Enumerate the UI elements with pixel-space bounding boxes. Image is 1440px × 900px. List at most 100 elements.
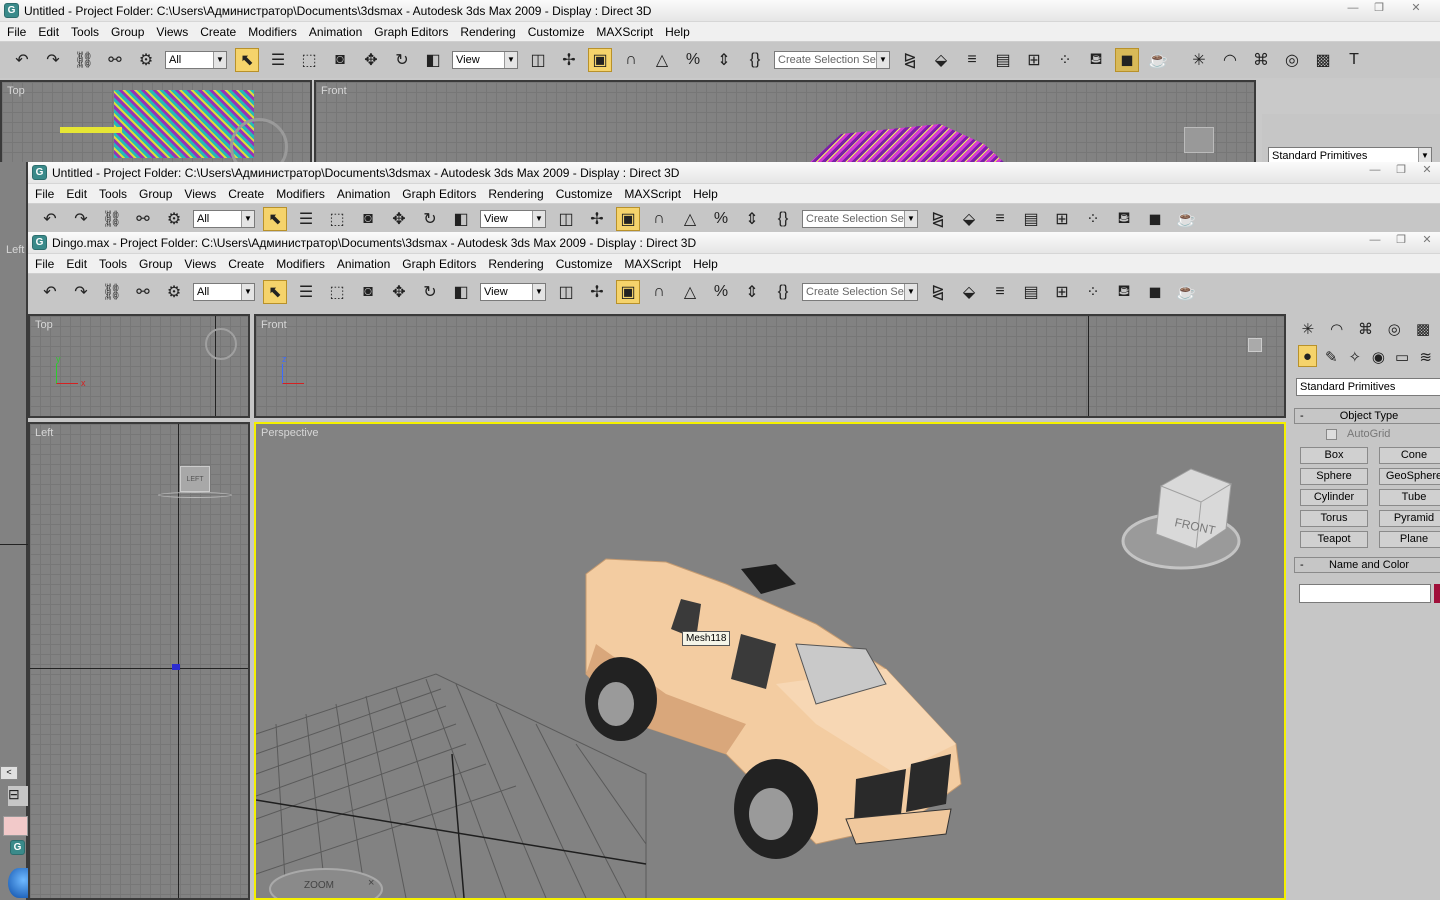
material-editor-icon[interactable]: ⁘ [1053, 48, 1077, 72]
align-icon[interactable]: ⬙ [929, 48, 953, 72]
menu-file[interactable]: File [28, 187, 60, 201]
menu-graph-editors[interactable]: Graph Editors [396, 187, 482, 201]
autogrid-checkbox[interactable] [1326, 429, 1337, 440]
menu-tools[interactable]: Tools [93, 187, 133, 201]
align-icon[interactable]: ⬙ [957, 280, 981, 304]
window-crossing-icon[interactable]: ◙ [328, 48, 352, 72]
cone-button[interactable]: Cone [1379, 447, 1440, 464]
maximize-button[interactable]: ❐ [1388, 232, 1414, 248]
scale-icon[interactable]: ◧ [449, 280, 473, 304]
align-icon[interactable]: ⬙ [957, 207, 981, 231]
angle-snap-icon[interactable]: △ [650, 48, 674, 72]
graphite-ribbon-icon[interactable]: ▤ [1019, 207, 1043, 231]
viewcube-left[interactable]: LEFT [180, 466, 210, 492]
panel-utilities-tab-icon[interactable]: T [1342, 48, 1366, 72]
motion-tab-icon[interactable]: ◎ [1382, 317, 1406, 341]
menu-maxscript[interactable]: MAXScript [590, 25, 659, 39]
angle-snap-icon[interactable]: △ [678, 207, 702, 231]
pivot-center-icon[interactable]: ◫ [526, 48, 550, 72]
top-viewport[interactable]: Top y x [28, 314, 250, 418]
lights-icon[interactable]: ✧ [1346, 345, 1365, 369]
rotate-icon[interactable]: ↻ [390, 48, 414, 72]
cylinder-button[interactable]: Cylinder [1300, 489, 1368, 506]
close-button[interactable]: ✕ [1414, 162, 1440, 178]
percent-snap-icon[interactable]: % [709, 207, 733, 231]
graphite-ribbon-icon[interactable]: ▤ [991, 48, 1015, 72]
window-crossing-icon[interactable]: ◙ [356, 280, 380, 304]
title-bar[interactable]: G Untitled - Project Folder: C:\Users\Ад… [0, 0, 1440, 22]
menu-views[interactable]: Views [178, 257, 222, 271]
undo-icon[interactable]: ↶ [38, 280, 62, 304]
spinner-snap-icon[interactable]: ⇕ [740, 207, 764, 231]
scale-icon[interactable]: ◧ [421, 48, 445, 72]
torus-button[interactable]: Torus [1300, 510, 1368, 527]
menu-maxscript[interactable]: MAXScript [618, 257, 687, 271]
curve-editor-icon[interactable]: ⊞ [1050, 280, 1074, 304]
teapot-button[interactable]: Teapot [1300, 531, 1368, 548]
menu-animation[interactable]: Animation [331, 187, 396, 201]
menu-graph-editors[interactable]: Graph Editors [396, 257, 482, 271]
render-setup-icon[interactable]: ⛾ [1084, 48, 1108, 72]
category-dropdown[interactable]: Standard Primitives ▼ [1268, 147, 1432, 162]
viewport-label[interactable]: Left [35, 427, 53, 439]
reference-coordinate-dropdown[interactable]: View ▼ [480, 283, 546, 301]
menu-group[interactable]: Group [133, 187, 178, 201]
panel-modify-tab-icon[interactable]: ◠ [1218, 48, 1242, 72]
rendered-frame-window-icon[interactable]: ◼ [1115, 48, 1139, 72]
pyramid-button[interactable]: Pyramid [1379, 510, 1440, 527]
3dsmax-app-icon[interactable]: G [4, 3, 19, 18]
display-tab-icon[interactable]: ▩ [1411, 317, 1435, 341]
bind-space-warp-icon[interactable]: ⚙ [134, 48, 158, 72]
menu-tools[interactable]: Tools [93, 257, 133, 271]
object-color-swatch[interactable] [1434, 584, 1440, 603]
rectangular-selection-icon[interactable]: ⬚ [297, 48, 321, 72]
selection-filter-dropdown[interactable]: All ▼ [165, 51, 227, 69]
front-viewport[interactable]: Front z [254, 314, 1286, 418]
mirror-icon[interactable]: ⧎ [926, 207, 950, 231]
percent-snap-icon[interactable]: % [709, 280, 733, 304]
cameras-icon[interactable]: ◉ [1369, 345, 1388, 369]
menu-create[interactable]: Create [222, 187, 270, 201]
redo-icon[interactable]: ↷ [41, 48, 65, 72]
close-button[interactable]: ✕ [1392, 0, 1440, 16]
panel-display-tab-icon[interactable]: ▩ [1311, 48, 1335, 72]
color-swatch[interactable] [3, 816, 28, 836]
move-icon[interactable]: ✥ [387, 207, 411, 231]
menu-help[interactable]: Help [687, 187, 724, 201]
quick-render-icon[interactable]: ☕ [1174, 280, 1198, 304]
left-viewport[interactable]: Left LEFT [28, 422, 250, 900]
graphite-ribbon-icon[interactable]: ▤ [1019, 280, 1043, 304]
link-icon[interactable]: ⛓ [72, 48, 96, 72]
viewport-label[interactable]: Top [7, 85, 25, 97]
box-button[interactable]: Box [1300, 447, 1368, 464]
3dsmax-app-icon[interactable]: G [32, 165, 47, 180]
title-bar[interactable]: G Dingo.max - Project Folder: C:\Users\А… [28, 232, 1440, 254]
perspective-viewport[interactable]: Perspective FRONT ZOOM × Mesh118 [254, 422, 1286, 900]
viewport-label[interactable]: Top [35, 319, 53, 331]
select-object-icon[interactable]: ⬉ [263, 280, 287, 304]
viewport-label[interactable]: Front [261, 319, 287, 331]
named-selection-dropdown[interactable]: Create Selection Set ▼ [802, 283, 918, 301]
layer-manager-icon[interactable]: ≡ [960, 48, 984, 72]
geometry-icon[interactable]: ● [1298, 345, 1317, 367]
maximize-button[interactable]: ❐ [1366, 0, 1392, 16]
menu-views[interactable]: Views [150, 25, 194, 39]
name-color-rollout-header[interactable]: - Name and Color [1294, 557, 1440, 573]
menu-tools[interactable]: Tools [65, 25, 105, 39]
select-by-name-icon[interactable]: ☰ [266, 48, 290, 72]
menu-create[interactable]: Create [222, 257, 270, 271]
bind-space-warp-icon[interactable]: ⚙ [162, 280, 186, 304]
redo-icon[interactable]: ↷ [69, 280, 93, 304]
menu-views[interactable]: Views [178, 187, 222, 201]
curve-editor-icon[interactable]: ⊞ [1050, 207, 1074, 231]
helpers-icon[interactable]: ▭ [1393, 345, 1412, 369]
menu-create[interactable]: Create [194, 25, 242, 39]
minimize-button[interactable]: — [1362, 162, 1388, 178]
menu-graph-editors[interactable]: Graph Editors [368, 25, 454, 39]
layer-manager-icon[interactable]: ≡ [988, 280, 1012, 304]
rotate-icon[interactable]: ↻ [418, 207, 442, 231]
unlink-icon[interactable]: ⚯ [103, 48, 127, 72]
menu-group[interactable]: Group [105, 25, 150, 39]
snaps-toggle-icon[interactable]: ∩ [619, 48, 643, 72]
menu-edit[interactable]: Edit [32, 25, 65, 39]
